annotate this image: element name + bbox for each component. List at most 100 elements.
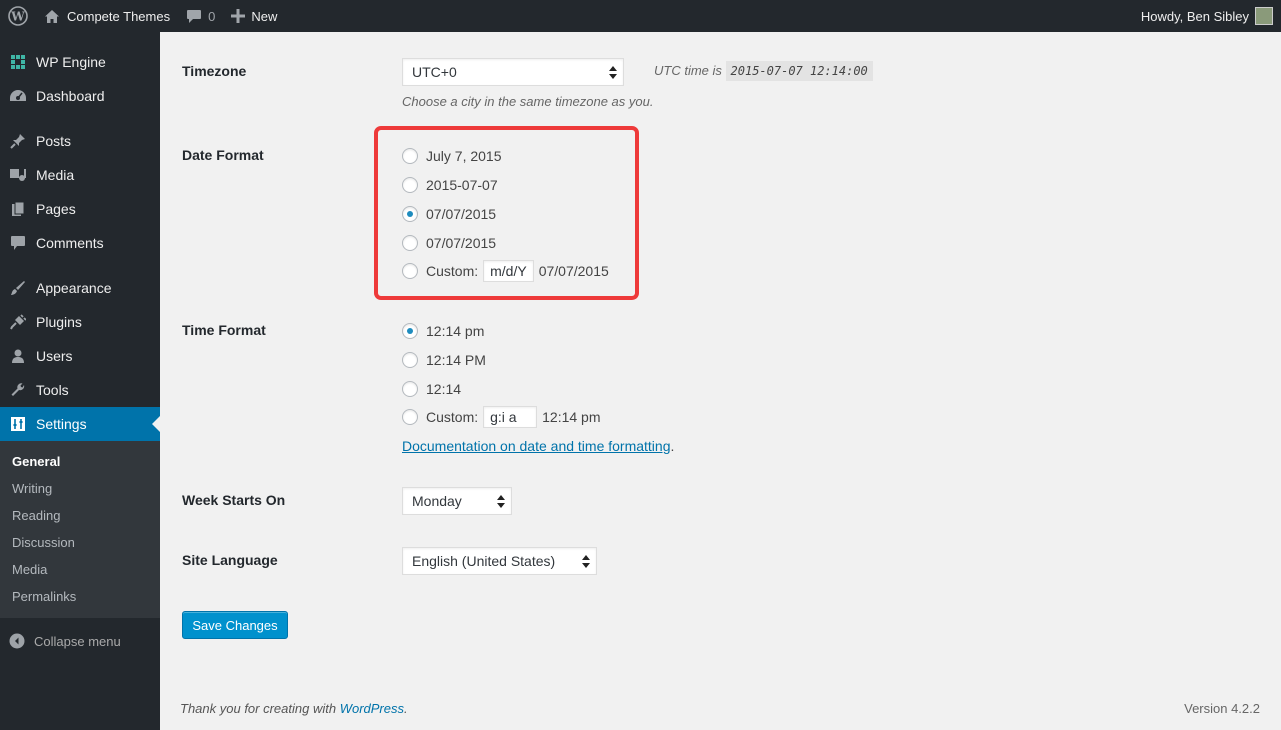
utc-timestamp: 2015-07-07 12:14:00 <box>725 61 873 81</box>
date-format-option-label: 07/07/2015 <box>426 206 497 222</box>
date-format-option[interactable]: July 7, 2015 <box>402 146 502 166</box>
time-format-custom-option[interactable]: Custom: g:i a 12:14 pm <box>402 406 601 428</box>
custom-date-preview: 07/07/2015 <box>538 263 609 279</box>
utc-time-info: UTC time is 2015-07-07 12:14:00 <box>654 61 873 81</box>
collapse-menu-button[interactable]: Collapse menu <box>0 626 160 656</box>
sidebar-item-comments[interactable]: Comments <box>0 226 160 260</box>
sidebar-item-users[interactable]: Users <box>0 339 160 373</box>
week-starts-value: Monday <box>412 493 462 509</box>
media-icon <box>0 167 36 183</box>
sidebar-item-label: Users <box>36 348 73 364</box>
my-account-link[interactable]: Howdy, Ben Sibley <box>1133 0 1281 32</box>
documentation-link[interactable]: Documentation on date and time formattin… <box>402 438 671 454</box>
select-arrows-icon <box>582 555 590 571</box>
comment-icon <box>0 235 36 251</box>
home-icon <box>44 9 60 24</box>
footer-thanks-prefix: Thank you for creating with <box>180 701 340 716</box>
date-format-option-label: 07/07/2015 <box>426 235 497 251</box>
date-format-radio[interactable] <box>402 235 418 251</box>
time-format-radio[interactable] <box>402 381 418 397</box>
utc-time-prefix: UTC time is <box>654 63 722 78</box>
settings-icon <box>0 416 36 432</box>
time-format-option[interactable]: 12:14 PM <box>402 350 486 370</box>
sidebar-item-dashboard[interactable]: Dashboard <box>0 79 160 113</box>
sidebar-item-label: WP Engine <box>36 54 106 70</box>
settings-submenu: General Writing Reading Discussion Media… <box>0 441 160 618</box>
footer-thanks-suffix: . <box>404 701 408 716</box>
date-format-radio[interactable] <box>402 177 418 193</box>
date-format-radio-selected[interactable] <box>402 206 418 222</box>
timezone-value: UTC+0 <box>412 64 457 80</box>
submenu-item-general[interactable]: General <box>12 454 60 469</box>
svg-text:W: W <box>10 10 25 24</box>
sidebar-item-label: Media <box>36 167 75 183</box>
wordpress-logo-icon[interactable]: W <box>0 0 36 32</box>
week-starts-select[interactable]: Monday <box>402 487 512 515</box>
date-format-option[interactable]: 2015-07-07 <box>402 175 498 195</box>
date-format-option[interactable]: 07/07/2015 <box>402 233 496 253</box>
save-changes-button[interactable]: Save Changes <box>182 611 288 639</box>
wrench-icon <box>0 382 36 398</box>
time-format-custom-radio[interactable] <box>402 409 418 425</box>
new-content-link[interactable]: New <box>223 0 285 32</box>
date-format-option[interactable]: 07/07/2015 <box>402 204 496 224</box>
time-format-radio-selected[interactable] <box>402 323 418 339</box>
wordpress-link[interactable]: WordPress <box>340 701 404 716</box>
time-format-option-label: 12:14 <box>426 381 462 397</box>
sidebar-item-settings[interactable]: Settings <box>0 407 160 441</box>
custom-time-preview: 12:14 pm <box>542 409 601 425</box>
select-arrows-icon <box>609 66 617 82</box>
submenu-item-reading[interactable]: Reading <box>12 508 60 523</box>
site-language-select[interactable]: English (United States) <box>402 547 597 575</box>
collapse-arrow-icon <box>0 633 34 649</box>
version-text: Version 4.2.2 <box>1184 701 1260 716</box>
submenu-item-permalinks[interactable]: Permalinks <box>12 589 76 604</box>
date-format-option-label: 2015-07-07 <box>426 177 498 193</box>
week-starts-label: Week Starts On <box>182 492 286 508</box>
date-format-radio[interactable] <box>402 148 418 164</box>
submenu-item-discussion[interactable]: Discussion <box>12 535 75 550</box>
time-format-option[interactable]: 12:14 <box>402 379 461 399</box>
plugin-icon <box>0 314 36 330</box>
site-name-link[interactable]: Compete Themes <box>36 0 178 32</box>
submenu-item-media[interactable]: Media <box>12 562 47 577</box>
sidebar-item-media[interactable]: Media <box>0 158 160 192</box>
date-format-custom-radio[interactable] <box>402 263 418 279</box>
sidebar-item-label: Appearance <box>36 280 112 296</box>
sidebar-item-label: Pages <box>36 201 76 217</box>
date-format-custom-input[interactable]: m/d/Y <box>483 260 534 282</box>
sidebar-item-tools[interactable]: Tools <box>0 373 160 407</box>
footer-thanks: Thank you for creating with WordPress. <box>180 701 408 716</box>
time-format-custom-input[interactable]: g:i a <box>483 406 538 428</box>
howdy-text: Howdy, Ben Sibley <box>1140 8 1249 24</box>
sidebar-item-appearance[interactable]: Appearance <box>0 271 160 305</box>
time-format-option[interactable]: 12:14 pm <box>402 321 484 341</box>
admin-sidebar: WP Engine Dashboard Posts Media Pages Co… <box>0 32 160 730</box>
site-name: Compete Themes <box>67 8 171 24</box>
timezone-description: Choose a city in the same timezone as yo… <box>402 94 654 109</box>
comments-link[interactable]: 0 <box>178 0 223 32</box>
time-format-radio[interactable] <box>402 352 418 368</box>
date-format-custom-option[interactable]: Custom: m/d/Y 07/07/2015 <box>402 260 609 282</box>
submenu-item-writing[interactable]: Writing <box>12 481 52 496</box>
comments-count: 0 <box>208 8 216 24</box>
brush-icon <box>0 280 36 296</box>
time-format-label: Time Format <box>182 322 266 338</box>
documentation-line: Documentation on date and time formattin… <box>402 438 674 454</box>
sidebar-item-label: Tools <box>36 382 69 398</box>
time-format-option-label: 12:14 PM <box>426 352 486 368</box>
sidebar-item-wp-engine[interactable]: WP Engine <box>0 45 160 79</box>
dashboard-icon <box>0 88 36 104</box>
current-menu-arrow <box>152 416 160 432</box>
avatar <box>1255 7 1273 25</box>
sidebar-item-label: Dashboard <box>36 88 105 104</box>
sidebar-item-label: Settings <box>36 416 87 432</box>
site-language-label: Site Language <box>182 552 278 568</box>
date-format-option-label: July 7, 2015 <box>426 148 502 164</box>
timezone-select[interactable]: UTC+0 <box>402 58 624 86</box>
sidebar-item-posts[interactable]: Posts <box>0 124 160 158</box>
plus-icon <box>231 9 246 23</box>
new-label: New <box>251 8 278 24</box>
sidebar-item-pages[interactable]: Pages <box>0 192 160 226</box>
sidebar-item-plugins[interactable]: Plugins <box>0 305 160 339</box>
